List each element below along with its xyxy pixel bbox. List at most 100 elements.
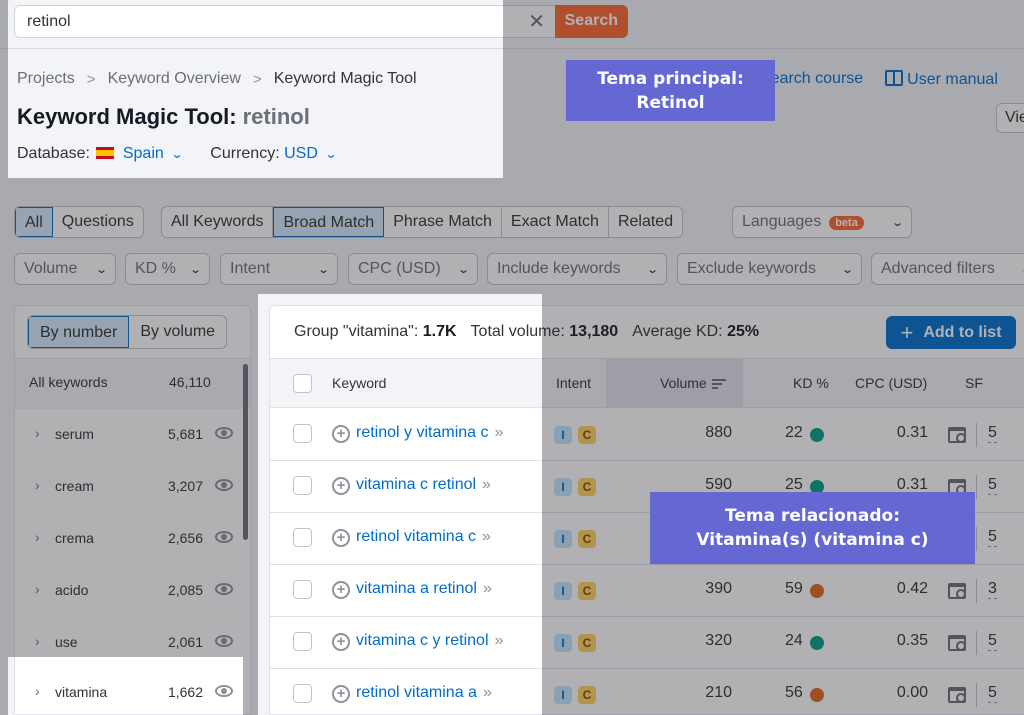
all-keywords-label: All keywords (29, 374, 108, 390)
keyword-link[interactable]: vitamina c retinol » (356, 476, 491, 494)
keyword-magic-tool-page: ✕ Search Projects > Keyword Overview > K… (0, 0, 1024, 715)
search-button[interactable]: Search (554, 4, 628, 38)
view-button[interactable]: View (996, 103, 1024, 133)
eye-icon[interactable] (215, 583, 233, 595)
keyword-link[interactable]: retinol vitamina c » (356, 528, 491, 546)
chevron-right-icon[interactable]: › (35, 581, 40, 597)
eye-icon[interactable] (215, 427, 233, 439)
column-volume[interactable]: Volume (660, 375, 726, 391)
serp-preview-icon[interactable] (948, 687, 966, 703)
serp-features-count[interactable]: 5 (988, 476, 997, 495)
serp-preview-icon[interactable] (948, 583, 966, 599)
tab-all-keywords[interactable]: All Keywords (162, 207, 274, 237)
exclude-keywords-filter[interactable]: Exclude keywords ⌄ (677, 253, 862, 285)
scrollbar[interactable] (243, 364, 248, 540)
cpc-value: 0.00 (896, 684, 928, 701)
tab-exact-match[interactable]: Exact Match (502, 207, 609, 237)
include-keywords-filter[interactable]: Include keywords ⌄ (487, 253, 667, 285)
keyword-link[interactable]: retinol vitamina a » (356, 684, 492, 702)
serp-features-count[interactable]: 5 (988, 424, 997, 443)
row-checkbox[interactable] (293, 528, 312, 547)
search-input[interactable] (15, 12, 519, 31)
chevron-down-icon: ⌄ (170, 147, 184, 161)
row-checkbox[interactable] (293, 580, 312, 599)
sort-icon (711, 377, 726, 391)
all-keywords-row[interactable]: All keywords 46,110 (15, 359, 250, 409)
tab-all[interactable]: All (15, 207, 53, 237)
cpc-value: 0.31 (896, 424, 928, 441)
kd-difficulty-dot (810, 688, 824, 702)
double-chevron-icon[interactable]: » (495, 632, 504, 649)
double-chevron-icon[interactable]: » (482, 476, 491, 493)
group-item[interactable]: › cream 3,207 (15, 461, 243, 513)
row-checkbox[interactable] (293, 684, 312, 703)
user-manual-link[interactable]: User manual (885, 70, 998, 89)
chevron-right-icon[interactable]: › (35, 529, 40, 545)
chevron-right-icon[interactable]: › (35, 633, 40, 649)
tab-related[interactable]: Related (609, 207, 682, 237)
double-chevron-icon[interactable]: » (483, 684, 492, 701)
advanced-filters[interactable]: Advanced filters ⌄ (871, 253, 1024, 285)
keyword-link[interactable]: retinol y vitamina c » (356, 424, 503, 442)
search-course-link[interactable]: Search course (760, 70, 863, 89)
double-chevron-icon[interactable]: » (495, 424, 504, 441)
group-item[interactable]: › crema 2,656 (15, 513, 243, 565)
chevron-right-icon[interactable]: › (35, 477, 40, 493)
languages-dropdown[interactable]: Languages beta ⌄ (732, 206, 912, 238)
column-intent[interactable]: Intent (556, 375, 591, 391)
tab-broad-match[interactable]: Broad Match (273, 207, 385, 237)
book-icon (885, 70, 904, 86)
breadcrumb-projects[interactable]: Projects (17, 70, 75, 88)
chevron-right-icon[interactable]: › (35, 425, 40, 441)
row-checkbox[interactable] (293, 476, 312, 495)
by-volume-button[interactable]: By volume (129, 316, 226, 348)
keyword-link[interactable]: vitamina a retinol » (356, 580, 492, 598)
row-checkbox[interactable] (293, 632, 312, 651)
group-item-vitamina[interactable]: › vitamina 1,662 (15, 667, 243, 715)
select-all-checkbox[interactable] (293, 374, 312, 393)
volume-filter[interactable]: Volume ⌄ (14, 253, 116, 285)
add-keyword-icon[interactable]: + (332, 685, 350, 703)
column-keyword[interactable]: Keyword (332, 375, 386, 391)
add-keyword-icon[interactable]: + (332, 477, 350, 495)
tab-phrase-match[interactable]: Phrase Match (384, 207, 502, 237)
serp-preview-icon[interactable] (948, 427, 966, 443)
serp-preview-icon[interactable] (948, 635, 966, 651)
chevron-right-icon[interactable]: › (35, 683, 40, 699)
add-keyword-icon[interactable]: + (332, 529, 350, 547)
column-cpc[interactable]: CPC (USD) (855, 375, 927, 391)
kd-filter[interactable]: KD % ⌄ (125, 253, 210, 285)
double-chevron-icon[interactable]: » (482, 528, 491, 545)
serp-features-count[interactable]: 5 (988, 528, 997, 547)
currency-label: Currency: (210, 145, 280, 162)
column-sf[interactable]: SF (965, 375, 983, 391)
serp-features-count[interactable]: 5 (988, 684, 997, 703)
column-kd[interactable]: KD % (793, 375, 829, 391)
add-keyword-icon[interactable]: + (332, 633, 350, 651)
tab-questions[interactable]: Questions (53, 207, 143, 237)
add-keyword-icon[interactable]: + (332, 425, 350, 443)
serp-features-count[interactable]: 5 (988, 632, 997, 651)
group-item[interactable]: › serum 5,681 (15, 409, 243, 461)
currency-selector[interactable]: Currency: USD ⌄ (210, 145, 338, 163)
chevron-right-icon: > (252, 70, 262, 88)
add-to-list-button[interactable]: + Add to list (886, 316, 1016, 349)
eye-icon[interactable] (215, 685, 233, 697)
intent-filter[interactable]: Intent ⌄ (220, 253, 338, 285)
row-checkbox[interactable] (293, 424, 312, 443)
intent-commercial-badge: C (578, 686, 596, 704)
keyword-link[interactable]: vitamina c y retinol » (356, 632, 503, 650)
close-icon[interactable]: ✕ (519, 9, 555, 34)
serp-features-count[interactable]: 3 (988, 580, 997, 599)
cpc-filter[interactable]: CPC (USD) ⌄ (348, 253, 478, 285)
breadcrumb-keyword-overview[interactable]: Keyword Overview (108, 70, 241, 88)
eye-icon[interactable] (215, 479, 233, 491)
eye-icon[interactable] (215, 635, 233, 647)
eye-icon[interactable] (215, 531, 233, 543)
group-item[interactable]: › use 2,061 (15, 617, 243, 669)
double-chevron-icon[interactable]: » (483, 580, 492, 597)
database-selector[interactable]: Database: Spain ⌄ (17, 145, 184, 163)
by-number-button[interactable]: By number (28, 316, 130, 348)
add-keyword-icon[interactable]: + (332, 581, 350, 599)
group-item[interactable]: › acido 2,085 (15, 565, 243, 617)
